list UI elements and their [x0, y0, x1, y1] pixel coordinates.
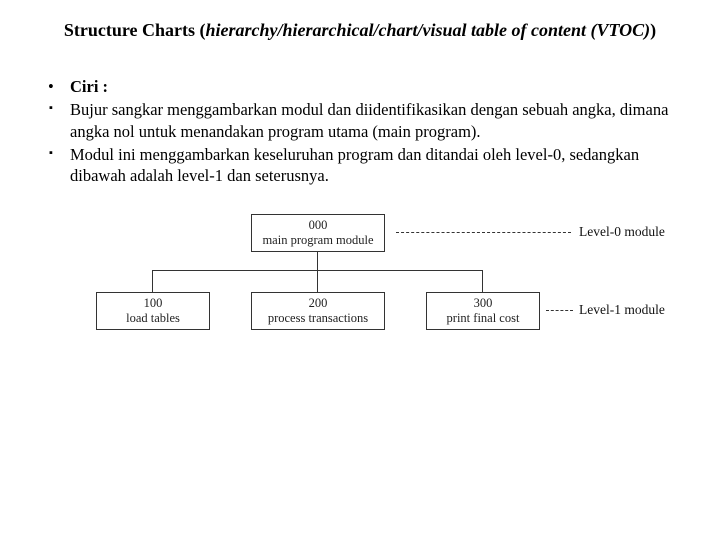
structure-chart-diagram: 000 main program module 100 load tables …: [96, 214, 676, 364]
level-label-0: Level-0 module: [579, 224, 665, 240]
title-prefix: Structure Charts (: [64, 20, 206, 40]
page-title: Structure Charts (hierarchy/hierarchical…: [40, 18, 680, 42]
connector-line: [317, 270, 318, 292]
list-item: Bujur sangkar menggambarkan modul dan di…: [40, 99, 680, 141]
list-item: Modul ini menggambarkan keseluruhan prog…: [40, 144, 680, 186]
connector-line: [152, 270, 153, 292]
node-label: process transactions: [252, 311, 384, 326]
node-300: 300 print final cost: [426, 292, 540, 330]
node-label: load tables: [97, 311, 209, 326]
level-label-1: Level-1 module: [579, 302, 665, 318]
node-label: main program module: [252, 233, 384, 248]
ciri-label: Ciri :: [70, 77, 108, 96]
node-id: 200: [252, 296, 384, 311]
title-italic: hierarchy/hierarchical/chart/visual tabl…: [205, 20, 650, 40]
node-id: 000: [252, 218, 384, 233]
list-item: Ciri :: [40, 76, 680, 97]
title-suffix: ): [650, 20, 656, 40]
node-200: 200 process transactions: [251, 292, 385, 330]
connector-line: [317, 252, 318, 270]
node-id: 300: [427, 296, 539, 311]
dashed-guide: [396, 232, 571, 233]
node-label: print final cost: [427, 311, 539, 326]
node-000: 000 main program module: [251, 214, 385, 252]
node-100: 100 load tables: [96, 292, 210, 330]
connector-line: [482, 270, 483, 292]
dashed-guide: [546, 310, 573, 311]
bullet-list: Ciri : Bujur sangkar menggambarkan modul…: [40, 76, 680, 186]
node-id: 100: [97, 296, 209, 311]
